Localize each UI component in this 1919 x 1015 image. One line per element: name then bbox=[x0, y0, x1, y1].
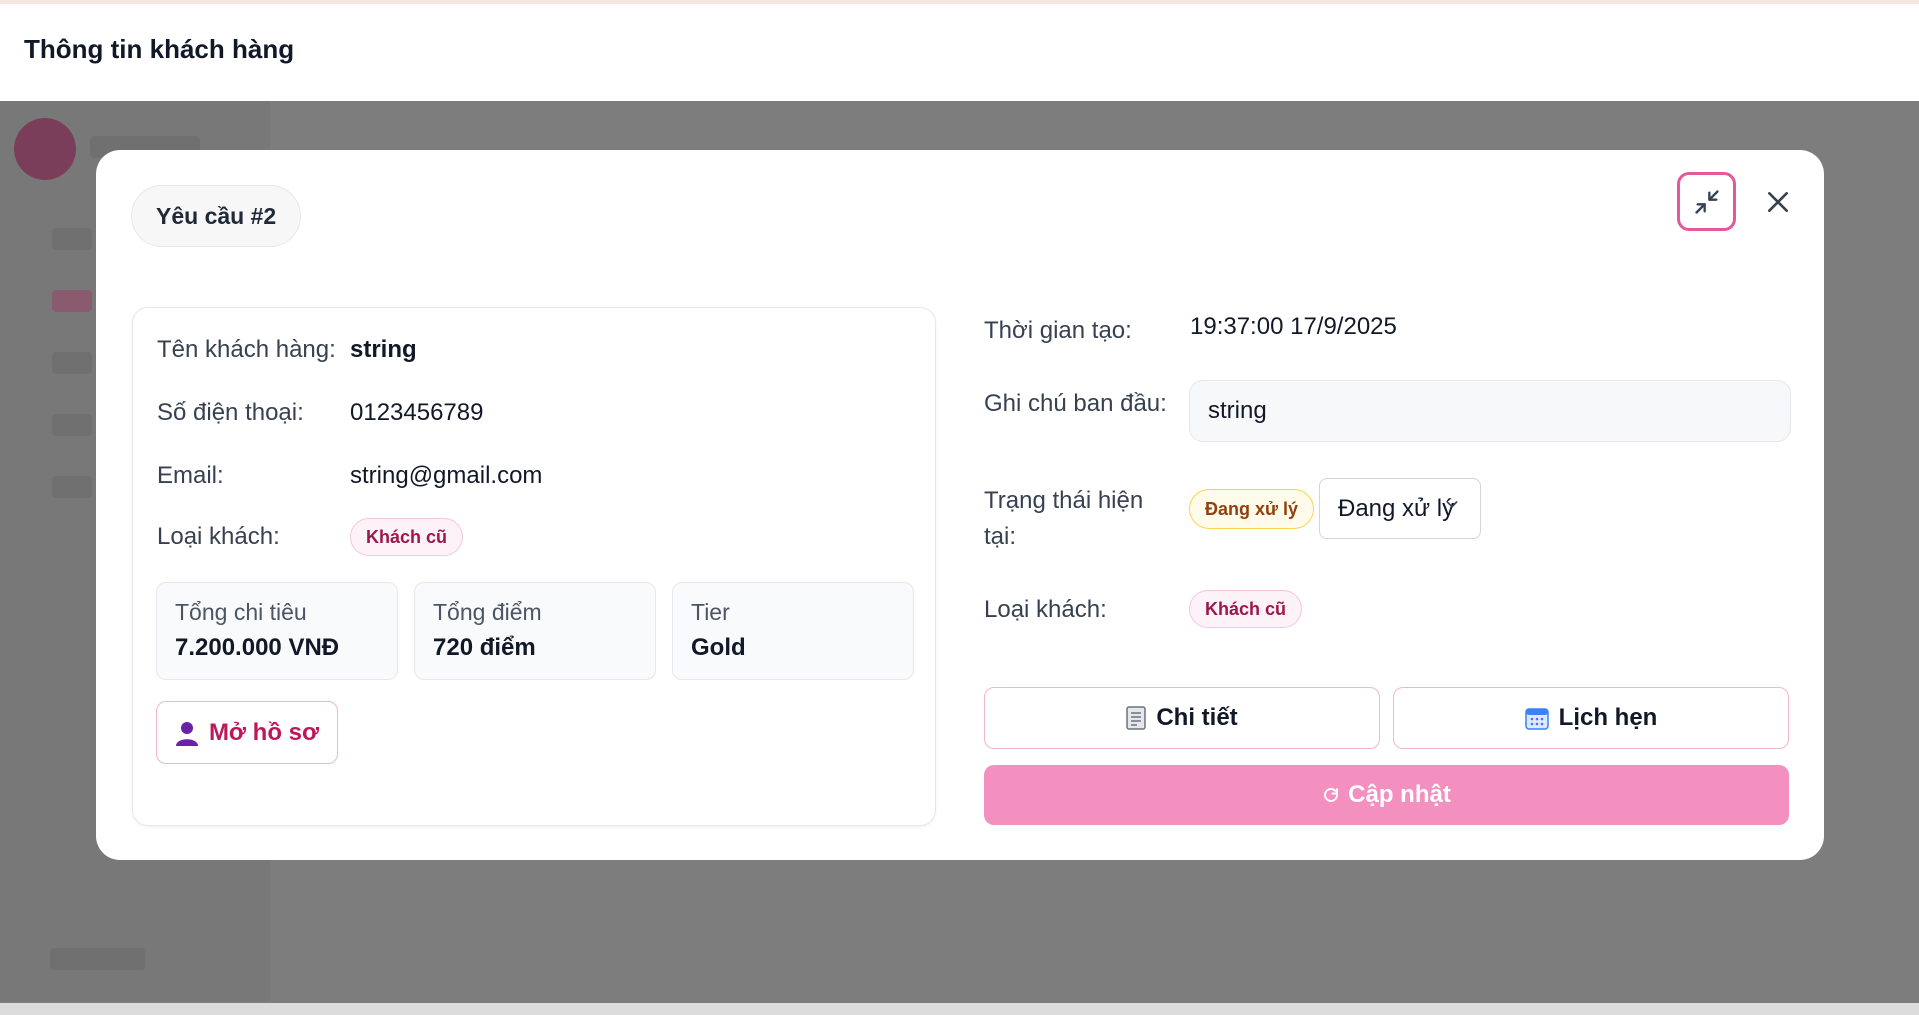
request-pill: Yêu cầu #2 bbox=[131, 185, 302, 247]
open-profile-label: Mở hồ sơ bbox=[208, 718, 320, 746]
email-row: Email: string@gmail.com bbox=[157, 462, 542, 490]
stat-value: 7.200.000 VNĐ bbox=[175, 634, 340, 661]
background-text bbox=[52, 228, 92, 250]
detail-button[interactable]: Chi tiết bbox=[984, 687, 1380, 749]
stat-label: Tier bbox=[691, 599, 730, 625]
minimize-button[interactable] bbox=[1677, 172, 1736, 231]
stat-tier: Tier Gold bbox=[672, 582, 914, 680]
appointment-button[interactable]: Lịch hẹn bbox=[1393, 687, 1789, 749]
chevron-down-icon bbox=[1444, 495, 1460, 518]
background-text bbox=[52, 476, 92, 498]
customer-type-row: Loại khách: Khách cũ bbox=[157, 518, 464, 556]
name-value: string bbox=[350, 336, 417, 363]
stat-total-spend: Tổng chi tiêu 7.200.000 VNĐ bbox=[156, 582, 398, 680]
phone-label: Số điện thoại: bbox=[157, 399, 304, 426]
customer-type-tag: Khách cũ bbox=[350, 518, 464, 556]
stat-label: Tổng điểm bbox=[433, 599, 542, 625]
background-text bbox=[50, 948, 145, 970]
created-time-label: Thời gian tạo: bbox=[984, 317, 1132, 344]
customer-type-label: Loại khách: bbox=[157, 523, 280, 550]
open-profile-button[interactable]: Mở hồ sơ bbox=[156, 701, 338, 764]
stat-total-points: Tổng điểm 720 điểm bbox=[414, 582, 656, 680]
customer-info-card: Tên khách hàng: string Số điện thoại: 01… bbox=[132, 307, 936, 826]
background-text bbox=[52, 352, 92, 374]
detail-label: Chi tiết bbox=[1156, 704, 1238, 731]
request-type-label: Loại khách: bbox=[984, 596, 1107, 623]
update-label: Cập nhật bbox=[1348, 781, 1451, 808]
close-icon bbox=[1765, 189, 1791, 215]
request-type-tag-wrap: Khách cũ bbox=[1189, 590, 1303, 628]
note-field[interactable]: string bbox=[1189, 380, 1791, 442]
status-label: Trạng thái hiện tại: bbox=[984, 487, 1144, 550]
customer-modal: Yêu cầu #2 Tên khách hàng: string Số điệ… bbox=[96, 150, 1824, 860]
status-select[interactable]: Đang xử lý bbox=[1319, 478, 1481, 539]
background-text bbox=[52, 414, 92, 436]
user-icon bbox=[175, 720, 199, 746]
close-button[interactable] bbox=[1756, 180, 1800, 224]
stat-label: Tổng chi tiêu bbox=[175, 599, 307, 625]
minimize-icon bbox=[1693, 188, 1721, 216]
request-type-tag: Khách cũ bbox=[1189, 590, 1303, 628]
page-header: Thông tin khách hàng bbox=[0, 0, 1919, 101]
appointment-label: Lịch hẹn bbox=[1558, 704, 1658, 731]
email-value: string@gmail.com bbox=[350, 462, 543, 489]
page-title: Thông tin khách hàng bbox=[24, 34, 295, 64]
update-button[interactable]: Cập nhật bbox=[984, 765, 1789, 825]
background-text bbox=[52, 290, 92, 312]
refresh-icon bbox=[1322, 786, 1340, 804]
note-label: Ghi chú ban đầu: bbox=[984, 390, 1167, 417]
document-icon bbox=[1126, 706, 1147, 730]
status-badge: Đang xử lý bbox=[1189, 489, 1315, 529]
phone-value: 0123456789 bbox=[350, 399, 484, 426]
stat-value: Gold bbox=[691, 634, 746, 661]
created-time-value: 19:37:00 17/9/2025 bbox=[1190, 313, 1397, 340]
name-label: Tên khách hàng: bbox=[157, 336, 336, 363]
name-row: Tên khách hàng: string bbox=[157, 336, 417, 364]
status-select-value: Đang xử lý bbox=[1338, 494, 1455, 522]
phone-row: Số điện thoại: 0123456789 bbox=[157, 399, 483, 427]
bottom-strip bbox=[0, 1003, 1919, 1015]
email-label: Email: bbox=[157, 462, 224, 489]
stat-value: 720 điểm bbox=[433, 634, 536, 661]
background-avatar bbox=[14, 118, 76, 180]
calendar-icon bbox=[1524, 706, 1549, 730]
